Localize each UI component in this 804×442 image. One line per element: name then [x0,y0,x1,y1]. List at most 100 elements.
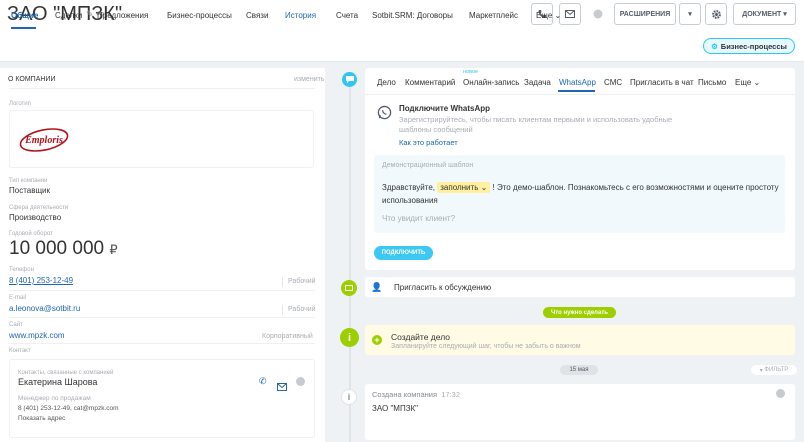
tab-links[interactable]: Связи [246,11,268,20]
email-value[interactable]: a.leonova@sotbit.ru [9,304,80,313]
contact-details: 8 (401) 253-12-49, cat@mpzk.com [18,405,119,412]
show-address-link[interactable]: Показать адрес [18,415,65,422]
tab-more-label: Еще [536,11,553,20]
email-kind: Рабочий [288,306,316,313]
email-label: E-mail [9,295,27,301]
editor-tab-comment[interactable]: Комментарий [405,78,455,87]
demo-text-start: Здравствуйте, [382,183,436,192]
divider [9,88,315,89]
whatsapp-heading: Подключите WhatsApp [399,104,491,113]
create-task-hint: Запланируйте следующий шаг, чтобы не заб… [391,343,581,350]
divider [9,317,315,318]
about-heading: О КОМПАНИИ [8,76,56,83]
history-event-title: Создана компания 17:32 [372,390,460,399]
add-user-icon: 👤 [371,282,383,292]
whatsapp-icon [377,105,392,125]
business-process-icon: ⚙ [711,41,718,51]
edit-title-icon[interactable]: ✎ [86,9,97,19]
contact-label: Контакт [9,348,31,354]
editor-tab-task[interactable]: Дело [377,78,396,87]
revenue-amount: 10 000 000 [9,238,105,259]
fill-placeholder-label: заполнить [440,183,479,192]
filter-icon: ▾ [759,367,763,374]
tab-offers[interactable]: Предложения [97,11,148,20]
tab-marketplace[interactable]: Маркетплейс [469,11,518,20]
site-label: Сайт [9,322,23,328]
comment-icon [345,284,353,291]
editor-tab-sms[interactable]: СМС [604,78,622,87]
site-kind: Корпоративный [262,333,313,340]
document-label: ДОКУМЕНТ [742,10,782,18]
demo-template-text: Здравствуйте, заполнить ⌄ ! Это демо-шаб… [382,181,782,207]
edit-about-link[interactable]: изменить [294,76,324,83]
business-processes-label: Бизнес-процессы [720,41,787,51]
extensions-button[interactable]: РАСШИРЕНИЯ [614,3,676,25]
email-button[interactable] [559,3,581,25]
editor-tab-todo[interactable]: Задача [524,78,551,87]
currency-symbol: ₽ [109,242,118,257]
phone-label: Телефон [9,267,34,273]
tab-more[interactable]: Еще ⌄ [536,11,561,20]
editor-tab-email[interactable]: Письмо [698,78,726,87]
active-editor-tab-indicator [558,90,595,92]
contact-related-label: Контакты, связанные с компанией [18,370,114,376]
tab-deals[interactable]: Сделки [55,11,82,20]
contact-email-icon[interactable] [277,378,287,396]
whatsapp-description: Зарегистрируйтесь, чтобы писать клиентам… [399,115,673,134]
filter-button[interactable]: ▾ Фильтр [751,365,797,375]
divider [282,305,283,315]
tab-contracts[interactable]: Sotbit.SRM: Договоры [372,11,453,20]
todo-pill: Что нужно сделать [543,307,616,318]
contact-phone-icon[interactable]: ✆ [259,376,267,387]
type-label: Тип компании [9,178,48,184]
industry-label: Сфера деятельности [9,205,69,211]
client-preview-question[interactable]: Что увидит клиент? [382,214,455,223]
extensions-dropdown[interactable]: ▾ [679,3,701,25]
business-processes-button[interactable]: ⚙ Бизнес-процессы [703,38,795,54]
revenue-label: Годовой оборот [9,231,53,237]
divider [9,343,315,344]
chat-dot-icon [341,280,357,296]
history-info-icon: i [341,389,357,405]
author-avatar[interactable] [776,389,785,398]
type-value: Поставщик [9,186,51,195]
editor-tab-online-booking[interactable]: Онлайн-запись [463,78,519,87]
fill-placeholder-chip[interactable]: заполнить ⌄ [437,182,491,193]
phone-kind: Рабочий [288,278,316,285]
active-tab-indicator [11,27,36,29]
logo-label: Логотип [9,101,31,107]
info-icon: i [340,328,359,347]
company-logo: Emploris [19,128,69,152]
tab-history[interactable]: История [285,11,316,20]
contact-chat-icon[interactable] [296,377,305,386]
tab-invoices[interactable]: Счета [336,11,358,20]
editor-tab-more[interactable]: Еще ⌄ [735,78,760,87]
create-task-title[interactable]: Создайте дело [391,332,450,342]
caret-down-icon: ▾ [783,11,787,18]
site-value[interactable]: www.mpzk.com [9,331,65,340]
editor-tab-more-label: Еще [735,78,752,87]
contact-name[interactable]: Екатерина Шарова [18,377,97,387]
editor-tab-whatsapp[interactable]: WhatsApp [559,78,596,87]
event-title-text: Создана компания [372,390,438,399]
tab-business-processes[interactable]: Бизнес-процессы [167,11,232,20]
tab-general[interactable]: Общие [11,11,38,20]
divider [282,277,283,287]
editor-tab-invite-chat[interactable]: Пригласить в чат [630,78,694,87]
settings-button[interactable] [705,3,727,25]
logo-text: Emploris [24,135,63,146]
divider [365,94,795,95]
document-button[interactable]: ДОКУМЕНТ ▾ [733,3,796,25]
phone-value[interactable]: 8 (401) 253-12-49 [9,276,73,285]
envelope-icon [565,10,575,18]
how-it-works-link[interactable]: Как это работает [399,138,458,147]
logo-box[interactable]: Emploris [9,110,314,168]
messenger-button[interactable] [587,3,609,25]
comment-icon [345,76,354,83]
demo-template-label: Демонстрационный шаблон [382,162,474,169]
envelope-icon [277,383,287,391]
contact-position: Менеджер по продажам [18,395,91,402]
plus-icon[interactable]: + [372,335,382,345]
chat-icon [593,9,603,19]
connect-button[interactable]: ПОДКЛЮЧИТЬ [374,246,433,260]
